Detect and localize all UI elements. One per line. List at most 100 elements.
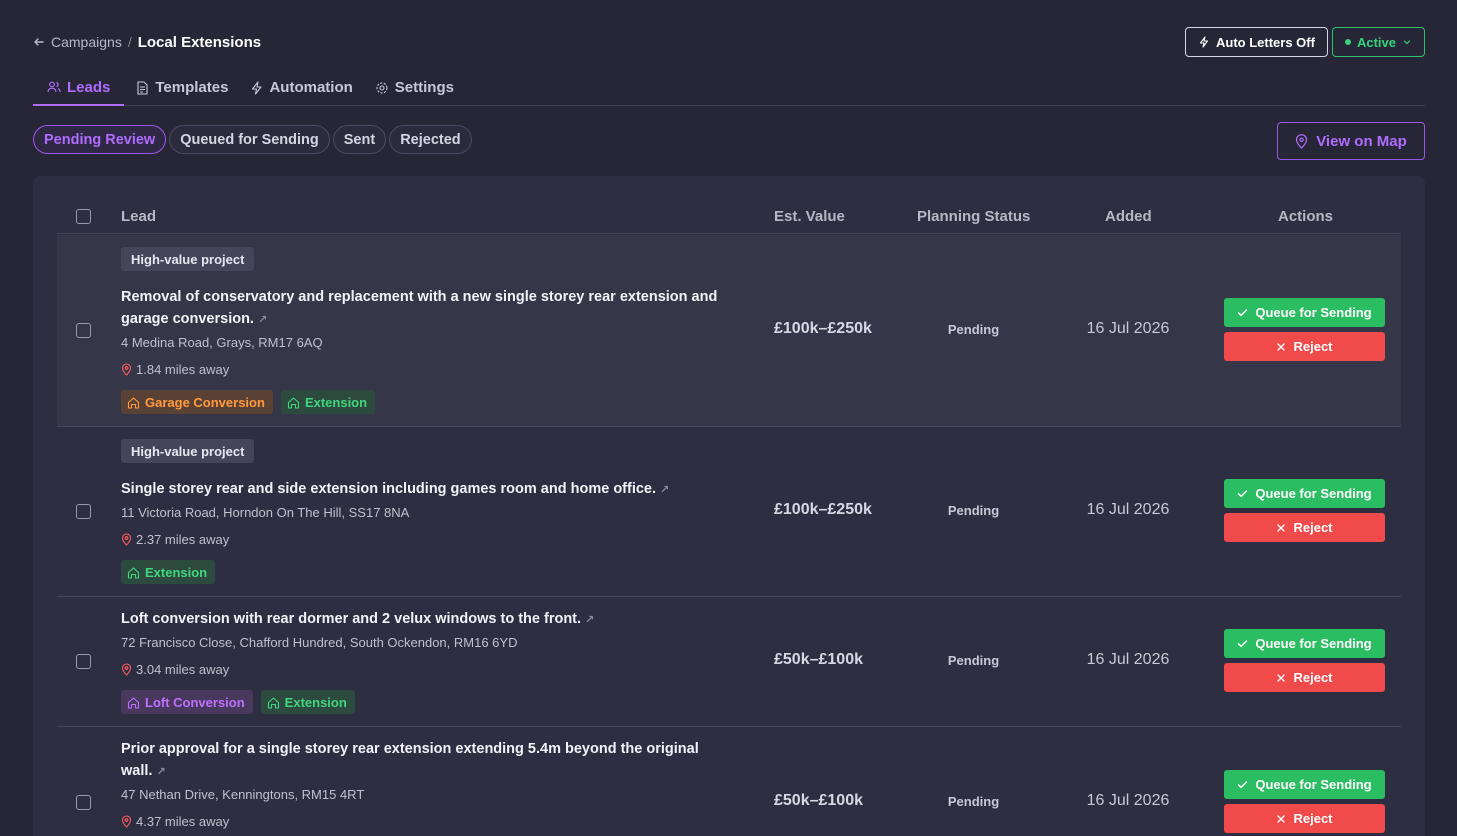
tab-automation-label: Automation [269,79,353,96]
tab-leads[interactable]: Leads [33,70,125,106]
map-pin-icon [121,533,132,546]
lead-distance: 1.84 miles away [121,362,229,377]
tag-label: Garage Conversion [145,394,265,410]
filter-sent[interactable]: Sent [332,125,387,154]
reject-label: Reject [1293,670,1333,685]
col-lead: Lead [121,208,157,225]
status-dropdown[interactable]: Active [1331,27,1425,57]
queue-for-sending-button[interactable]: Queue for Sending [1224,298,1385,327]
reject-button[interactable]: Reject [1224,663,1385,692]
row-actions: Queue for Sending Reject [1224,298,1385,361]
view-on-map-label: View on Map [1316,132,1407,150]
external-link-icon: ↗ [257,314,268,326]
auto-letters-button[interactable]: Auto Letters Off [1185,27,1328,57]
home-icon [127,566,140,579]
lead-distance-label: 2.37 miles away [136,532,230,547]
added-date: 16 Jul 2026 [1086,501,1170,518]
high-value-badge: High-value project [121,439,255,463]
external-link-icon: ↗ [156,766,166,778]
row-actions: Queue for Sending Reject [1224,479,1385,542]
external-link-icon: ↗ [660,484,670,496]
tab-automation[interactable]: Automation [238,70,362,105]
filter-queued-for-sending[interactable]: Queued for Sending [169,125,330,154]
close-icon [1276,342,1286,352]
lead-address: 11 Victoria Road, Horndon On The Hill, S… [121,505,410,520]
filter-rejected[interactable]: Rejected [389,125,472,154]
check-icon [1237,638,1248,649]
map-pin-icon [1295,133,1308,149]
lead-title-line-1: Prior approval for a single storey rear … [121,741,699,757]
lead-distance-label: 1.84 miles away [136,362,230,377]
lead-title[interactable]: Prior approval for a single storey rear … [121,738,741,783]
tab-templates[interactable]: Templates [124,70,238,105]
row-checkbox[interactable] [76,654,91,669]
check-icon [1237,488,1248,499]
close-icon [1276,814,1286,824]
status-label: Active [1356,34,1396,50]
lead-title[interactable]: Removal of conservatory and replacement … [121,286,741,331]
select-all-checkbox[interactable] [76,209,91,224]
table-row: High-value project Removal of conservato… [57,235,1401,427]
queue-for-sending-button[interactable]: Queue for Sending [1224,770,1385,799]
external-link-icon: ↗ [585,614,595,626]
reject-label: Reject [1293,339,1333,354]
tag-extension: Extension [121,560,216,584]
tag-label: Extension [145,564,208,580]
high-value-badge: High-value project [121,247,255,271]
lead-distance: 2.37 miles away [121,532,229,547]
row-checkbox[interactable] [76,504,91,519]
added-date: 16 Jul 2026 [1086,651,1170,668]
chevron-down-icon [1402,37,1412,47]
lead-tags: Loft Conversion Extension [121,690,355,714]
lead-distance-label: 4.37 miles away [136,814,230,829]
row-checkbox[interactable] [76,795,91,810]
tag-garage-conversion: Garage Conversion [121,390,273,414]
col-est-value: Est. Value [774,208,845,225]
planning-status: Pending [947,653,1000,668]
bolt-icon [1198,36,1210,48]
queue-for-sending-button[interactable]: Queue for Sending [1224,479,1385,508]
tag-label: Loft Conversion [145,694,245,710]
lead-tags: Garage Conversion Extension [121,390,376,414]
tab-settings-label: Settings [394,79,454,96]
map-pin-icon [121,663,132,676]
auto-letters-label: Auto Letters Off [1216,34,1315,50]
queue-for-sending-button[interactable]: Queue for Sending [1224,629,1385,658]
lead-title-line-2: garage conversion. [121,311,254,327]
lead-address: 4 Medina Road, Grays, RM17 6AQ [121,335,323,350]
tag-label: Extension [284,694,347,710]
tab-bar: Leads Templates Automation Settings [33,70,1425,106]
added-date: 16 Jul 2026 [1086,320,1170,337]
reject-button[interactable]: Reject [1224,332,1385,361]
queue-label: Queue for Sending [1255,486,1372,501]
lead-title-line-2: wall. [121,763,153,779]
tag-extension: Extension [260,690,355,714]
est-value: £50k–£100k [774,651,863,668]
table-row: Loft conversion with rear dormer and 2 v… [57,597,1401,727]
table-row: High-value project Single storey rear an… [57,427,1401,597]
reject-button[interactable]: Reject [1224,513,1385,542]
lead-address: 72 Francisco Close, Chafford Hundred, So… [121,635,518,650]
back-link[interactable]: Campaigns [33,34,122,50]
queue-label: Queue for Sending [1255,305,1372,320]
col-added: Added [1105,208,1152,225]
lead-title[interactable]: Single storey rear and side extension in… [121,478,741,501]
bolt-icon [250,80,263,95]
top-bar: Campaigns / Local Extensions Auto Letter… [33,27,1425,57]
lead-tags: Extension [121,560,216,584]
est-value: £100k–£250k [774,320,872,337]
breadcrumb-separator: / [127,34,132,50]
filter-pending-review[interactable]: Pending Review [33,125,167,154]
col-planning-status: Planning Status [917,208,1031,225]
tab-settings[interactable]: Settings [363,70,464,105]
users-icon [47,80,61,94]
row-checkbox[interactable] [76,323,91,338]
view-on-map-button[interactable]: View on Map [1277,122,1425,160]
check-icon [1237,307,1248,318]
arrow-left-icon [33,36,45,48]
home-icon [127,396,140,409]
est-value: £100k–£250k [774,501,872,518]
reject-button[interactable]: Reject [1224,804,1385,833]
file-icon [136,80,149,95]
lead-title[interactable]: Loft conversion with rear dormer and 2 v… [121,608,741,631]
